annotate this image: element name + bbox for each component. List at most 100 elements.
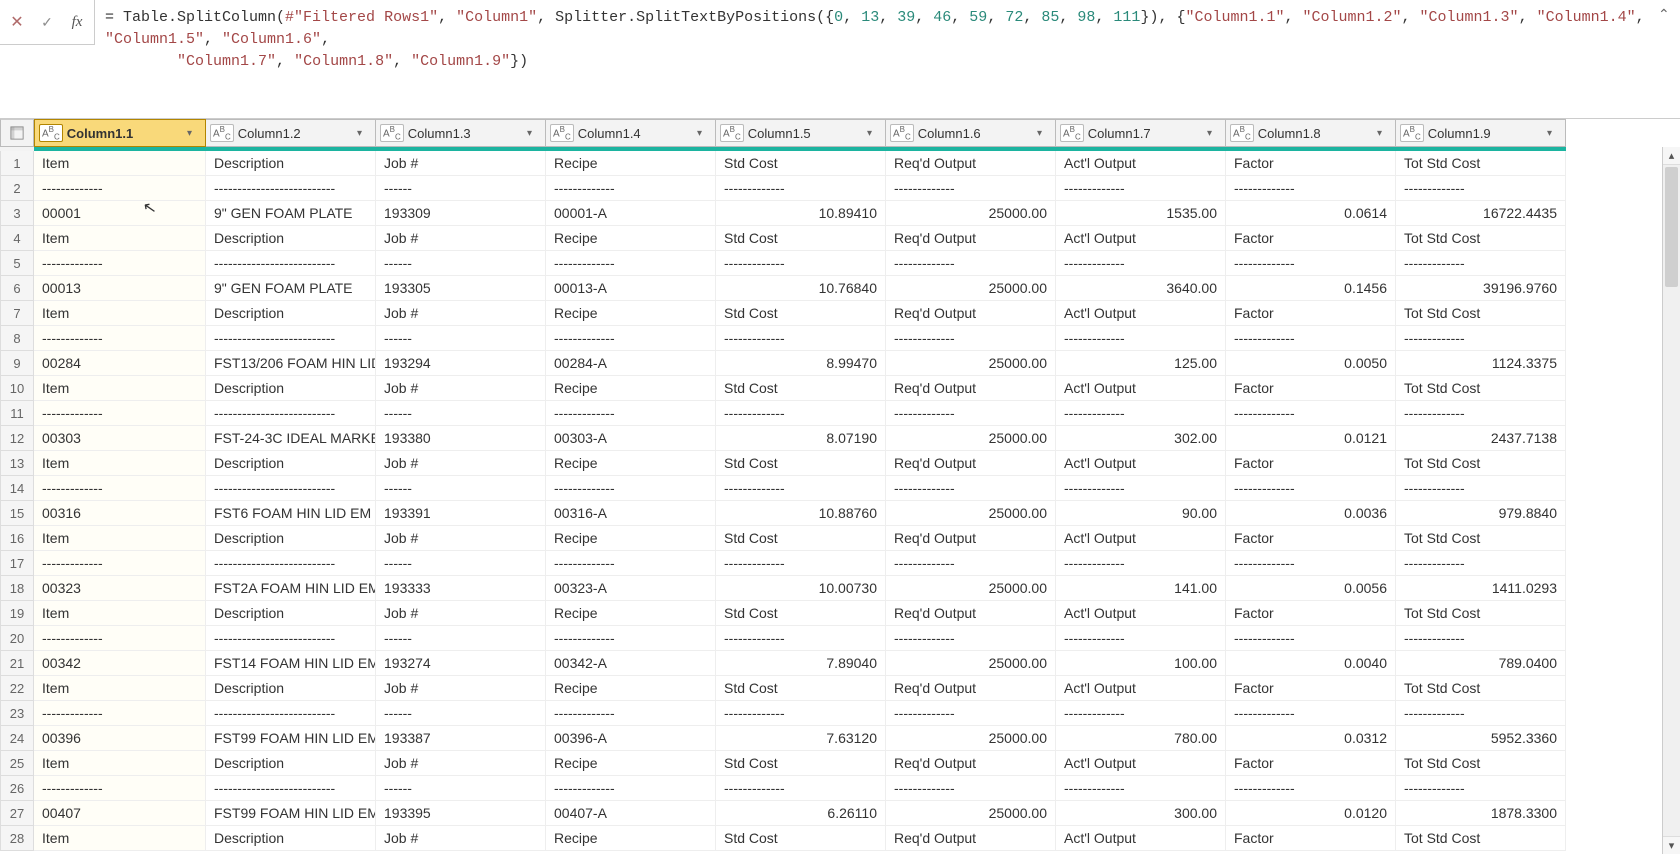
- cell[interactable]: Std Cost: [716, 751, 886, 776]
- cell[interactable]: Tot Std Cost: [1396, 601, 1566, 626]
- cell[interactable]: Description: [206, 376, 376, 401]
- cell[interactable]: Item: [34, 751, 206, 776]
- cell[interactable]: Job #: [376, 151, 546, 176]
- cell[interactable]: FST99 FOAM HIN LID EM: [206, 726, 376, 751]
- vertical-scrollbar[interactable]: ▴ ▾: [1662, 147, 1680, 854]
- cell[interactable]: 10.88760: [716, 501, 886, 526]
- cell[interactable]: -------------: [546, 776, 716, 801]
- cell[interactable]: Job #: [376, 226, 546, 251]
- column-header-4[interactable]: ABCColumn1.4▾: [546, 119, 716, 147]
- row-number[interactable]: 5: [0, 251, 34, 276]
- cell[interactable]: 90.00: [1056, 501, 1226, 526]
- cell[interactable]: -------------: [546, 476, 716, 501]
- cell[interactable]: Std Cost: [716, 301, 886, 326]
- cell[interactable]: 1124.3375: [1396, 351, 1566, 376]
- cell[interactable]: -------------: [886, 251, 1056, 276]
- column-header-6[interactable]: ABCColumn1.6▾: [886, 119, 1056, 147]
- column-filter-dropdown[interactable]: ▾: [867, 128, 881, 139]
- cell[interactable]: -------------: [886, 776, 1056, 801]
- cell[interactable]: -------------: [546, 401, 716, 426]
- cell[interactable]: FST14 FOAM HIN LID EM: [206, 651, 376, 676]
- row-number[interactable]: 7: [0, 301, 34, 326]
- cell[interactable]: 10.76840: [716, 276, 886, 301]
- cell[interactable]: -------------: [1396, 476, 1566, 501]
- cell[interactable]: 00303-A: [546, 426, 716, 451]
- row-number[interactable]: 26: [0, 776, 34, 801]
- cell[interactable]: 0.0050: [1226, 351, 1396, 376]
- row-number[interactable]: 16: [0, 526, 34, 551]
- cell[interactable]: 193391: [376, 501, 546, 526]
- cell[interactable]: 193333: [376, 576, 546, 601]
- column-header-7[interactable]: ABCColumn1.7▾: [1056, 119, 1226, 147]
- cell[interactable]: Factor: [1226, 451, 1396, 476]
- cell[interactable]: -------------: [716, 401, 886, 426]
- cell[interactable]: -------------: [1056, 626, 1226, 651]
- cell[interactable]: Job #: [376, 301, 546, 326]
- column-type-icon[interactable]: ABC: [890, 124, 914, 143]
- cell[interactable]: -------------: [886, 326, 1056, 351]
- cell[interactable]: -------------: [1226, 326, 1396, 351]
- cell[interactable]: -------------: [1056, 476, 1226, 501]
- column-type-icon[interactable]: ABC: [1060, 124, 1084, 143]
- cell[interactable]: ------: [376, 176, 546, 201]
- cell[interactable]: 25000.00: [886, 801, 1056, 826]
- cell[interactable]: -------------: [716, 701, 886, 726]
- cell[interactable]: Factor: [1226, 226, 1396, 251]
- cell[interactable]: Recipe: [546, 826, 716, 851]
- cell[interactable]: -------------: [1396, 626, 1566, 651]
- cell[interactable]: ------: [376, 776, 546, 801]
- column-type-icon[interactable]: ABC: [1230, 124, 1254, 143]
- cell[interactable]: --------------------------: [206, 176, 376, 201]
- cell[interactable]: Item: [34, 376, 206, 401]
- cell[interactable]: Std Cost: [716, 826, 886, 851]
- row-number[interactable]: 13: [0, 451, 34, 476]
- row-number[interactable]: 2: [0, 176, 34, 201]
- column-header-8[interactable]: ABCColumn1.8▾: [1226, 119, 1396, 147]
- column-type-icon[interactable]: ABC: [550, 124, 574, 143]
- cell[interactable]: Recipe: [546, 601, 716, 626]
- cell[interactable]: Act'l Output: [1056, 151, 1226, 176]
- cell[interactable]: FST99 FOAM HIN LID EM: [206, 801, 376, 826]
- cell[interactable]: -------------: [34, 326, 206, 351]
- cell[interactable]: 00001-A: [546, 201, 716, 226]
- cell[interactable]: ------: [376, 476, 546, 501]
- cell[interactable]: 00323: [34, 576, 206, 601]
- cell[interactable]: 100.00: [1056, 651, 1226, 676]
- cell[interactable]: 193294: [376, 351, 546, 376]
- cell[interactable]: 25000.00: [886, 201, 1056, 226]
- cell[interactable]: Job #: [376, 676, 546, 701]
- cell[interactable]: Req'd Output: [886, 676, 1056, 701]
- cell[interactable]: -------------: [34, 626, 206, 651]
- cell[interactable]: Description: [206, 451, 376, 476]
- cell[interactable]: -------------: [886, 476, 1056, 501]
- cell[interactable]: Description: [206, 226, 376, 251]
- cell[interactable]: 0.0120: [1226, 801, 1396, 826]
- cell[interactable]: Act'l Output: [1056, 526, 1226, 551]
- cell[interactable]: Job #: [376, 601, 546, 626]
- row-number[interactable]: 23: [0, 701, 34, 726]
- cell[interactable]: Item: [34, 226, 206, 251]
- cell[interactable]: 00001: [34, 201, 206, 226]
- column-header-9[interactable]: ABCColumn1.9▾: [1396, 119, 1566, 147]
- row-number[interactable]: 4: [0, 226, 34, 251]
- cell[interactable]: Tot Std Cost: [1396, 151, 1566, 176]
- cell[interactable]: 0.0121: [1226, 426, 1396, 451]
- cell[interactable]: Recipe: [546, 676, 716, 701]
- cell[interactable]: Description: [206, 751, 376, 776]
- cell[interactable]: ------: [376, 251, 546, 276]
- cell[interactable]: Recipe: [546, 376, 716, 401]
- cell[interactable]: 0.0056: [1226, 576, 1396, 601]
- row-number[interactable]: 21: [0, 651, 34, 676]
- column-type-icon[interactable]: ABC: [1400, 124, 1424, 143]
- cell[interactable]: Item: [34, 676, 206, 701]
- cell[interactable]: Act'l Output: [1056, 376, 1226, 401]
- cell[interactable]: -------------: [1226, 476, 1396, 501]
- cell[interactable]: FST13/206 FOAM HIN LID EM: [206, 351, 376, 376]
- cell[interactable]: -------------: [1396, 701, 1566, 726]
- cell[interactable]: Description: [206, 826, 376, 851]
- cell[interactable]: -------------: [1226, 776, 1396, 801]
- cell[interactable]: -------------: [546, 326, 716, 351]
- column-filter-dropdown[interactable]: ▾: [1037, 128, 1051, 139]
- cell[interactable]: Req'd Output: [886, 301, 1056, 326]
- row-number[interactable]: 24: [0, 726, 34, 751]
